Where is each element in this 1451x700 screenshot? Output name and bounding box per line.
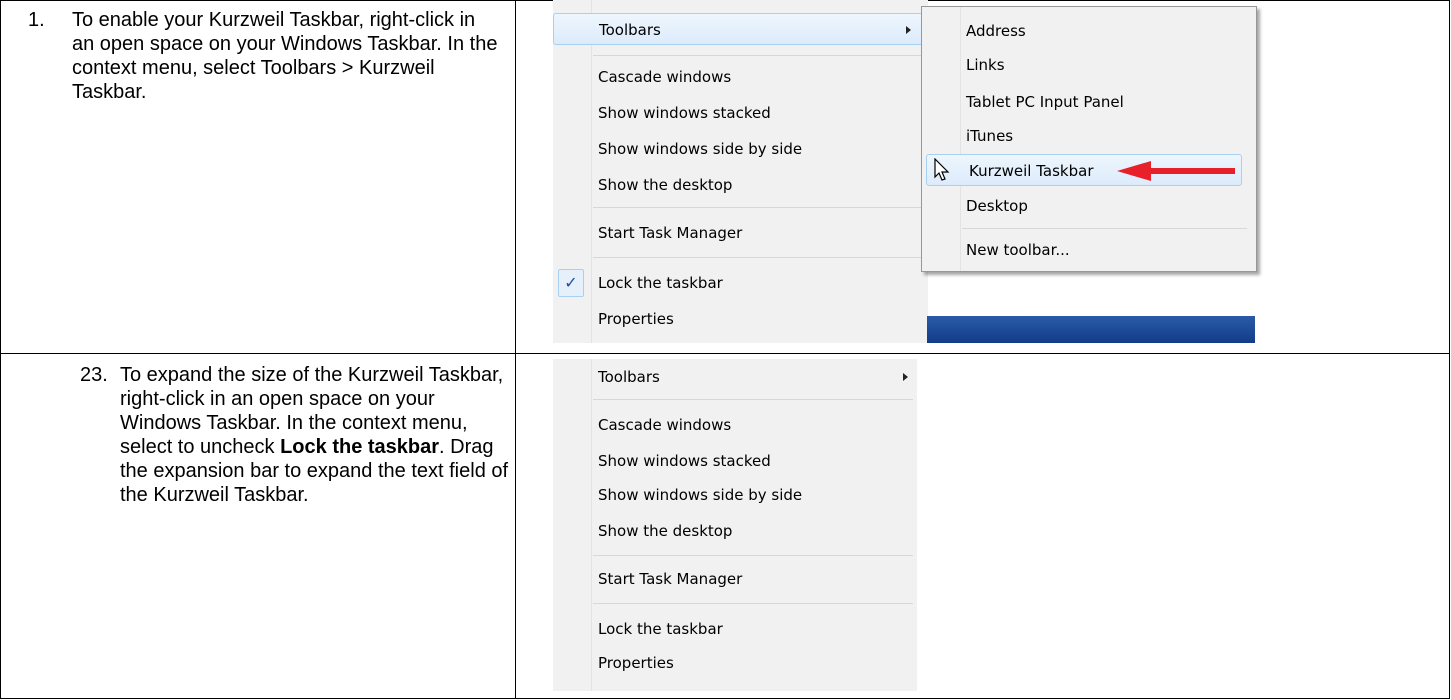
submenu-item-desktop[interactable]: Desktop bbox=[922, 190, 1252, 222]
menu-item-toolbars[interactable]: Toolbars bbox=[553, 13, 928, 45]
step-2-number: 23. bbox=[80, 364, 108, 386]
menu-item-label: New toolbar... bbox=[966, 241, 1070, 259]
menu-item-label: Properties bbox=[598, 310, 674, 328]
submenu-item-tablet-pc-input-panel[interactable]: Tablet PC Input Panel bbox=[922, 86, 1252, 118]
menu-item-properties[interactable]: Properties bbox=[553, 303, 928, 335]
submenu-item-kurzweil-taskbar[interactable]: Kurzweil Taskbar bbox=[926, 154, 1242, 186]
submenu-item-new-toolbar[interactable]: New toolbar... bbox=[922, 234, 1252, 266]
menu-item-show-windows-stacked[interactable]: Show windows stacked bbox=[553, 97, 928, 129]
menu-item-label: Toolbars bbox=[599, 21, 661, 39]
menu-item-start-task-manager[interactable]: Start Task Manager bbox=[553, 217, 928, 249]
step-2-bold-text: Lock the taskbar bbox=[280, 436, 440, 458]
menu-item-show-windows-side-by-side[interactable]: Show windows side by side bbox=[553, 479, 917, 511]
menu-item-cascade-windows[interactable]: Cascade windows bbox=[553, 409, 917, 441]
menu-item-label: Start Task Manager bbox=[598, 224, 743, 242]
menu-item-label: Address bbox=[966, 22, 1026, 40]
windows-taskbar[interactable] bbox=[927, 316, 1255, 343]
menu-item-label: Cascade windows bbox=[598, 416, 732, 434]
menu-item-label: Properties bbox=[598, 654, 674, 672]
column-divider bbox=[515, 0, 516, 699]
checkmark-icon: ✓ bbox=[558, 269, 584, 297]
step-1-number: 1. bbox=[28, 9, 45, 31]
menu-item-label: Links bbox=[966, 56, 1005, 74]
context-menu-2: Toolbars Cascade windows Show windows st… bbox=[553, 359, 917, 691]
submenu-arrow-icon bbox=[903, 373, 908, 381]
submenu-item-links[interactable]: Links bbox=[922, 49, 1252, 81]
row-divider bbox=[0, 353, 1450, 354]
menu-item-label: Show windows stacked bbox=[598, 104, 771, 122]
menu-separator bbox=[593, 399, 913, 400]
menu-item-label: Kurzweil Taskbar bbox=[969, 162, 1094, 180]
menu-item-label: Show the desktop bbox=[598, 522, 733, 540]
menu-item-label: Desktop bbox=[966, 197, 1028, 215]
menu-separator bbox=[593, 603, 913, 604]
menu-item-show-the-desktop[interactable]: Show the desktop bbox=[553, 169, 928, 201]
menu-item-toolbars[interactable]: Toolbars bbox=[553, 361, 917, 393]
red-pointer-arrow-icon bbox=[1117, 161, 1235, 181]
step-2-text: To expand the size of the Kurzweil Taskb… bbox=[120, 363, 510, 507]
menu-item-label: Lock the taskbar bbox=[598, 620, 723, 638]
menu-item-label: Toolbars bbox=[598, 368, 660, 386]
menu-item-label: Show windows side by side bbox=[598, 486, 803, 504]
menu-item-show-the-desktop[interactable]: Show the desktop bbox=[553, 515, 917, 547]
menu-separator bbox=[593, 207, 923, 208]
menu-item-cascade-windows[interactable]: Cascade windows bbox=[553, 61, 928, 93]
submenu-item-itunes[interactable]: iTunes bbox=[922, 120, 1252, 152]
menu-item-start-task-manager[interactable]: Start Task Manager bbox=[553, 563, 917, 595]
menu-item-show-windows-side-by-side[interactable]: Show windows side by side bbox=[553, 133, 928, 165]
menu-separator bbox=[962, 228, 1247, 229]
submenu-arrow-icon bbox=[906, 26, 911, 34]
context-menu-1: Toolbars Cascade windows Show windows st… bbox=[553, 0, 928, 343]
toolbars-submenu: Address Links Tablet PC Input Panel iTun… bbox=[921, 6, 1257, 272]
menu-item-label: Start Task Manager bbox=[598, 570, 743, 588]
menu-item-label: Show windows side by side bbox=[598, 140, 803, 158]
menu-separator bbox=[593, 55, 923, 56]
menu-item-label: Cascade windows bbox=[598, 68, 732, 86]
menu-item-label: iTunes bbox=[966, 127, 1014, 145]
menu-item-show-windows-stacked[interactable]: Show windows stacked bbox=[553, 445, 917, 477]
menu-item-label: Tablet PC Input Panel bbox=[966, 93, 1124, 111]
menu-separator bbox=[593, 555, 913, 556]
menu-item-label: Show windows stacked bbox=[598, 452, 771, 470]
submenu-item-address[interactable]: Address bbox=[922, 15, 1252, 47]
menu-item-lock-the-taskbar[interactable]: Lock the taskbar bbox=[553, 613, 917, 645]
menu-separator bbox=[593, 257, 923, 258]
menu-item-properties[interactable]: Properties bbox=[553, 647, 917, 679]
mouse-cursor-icon bbox=[934, 158, 950, 181]
step-1-text: To enable your Kurzweil Taskbar, right-c… bbox=[72, 9, 498, 103]
menu-item-lock-the-taskbar[interactable]: ✓ Lock the taskbar bbox=[553, 267, 928, 299]
menu-item-label: Show the desktop bbox=[598, 176, 733, 194]
menu-item-label: Lock the taskbar bbox=[598, 274, 723, 292]
